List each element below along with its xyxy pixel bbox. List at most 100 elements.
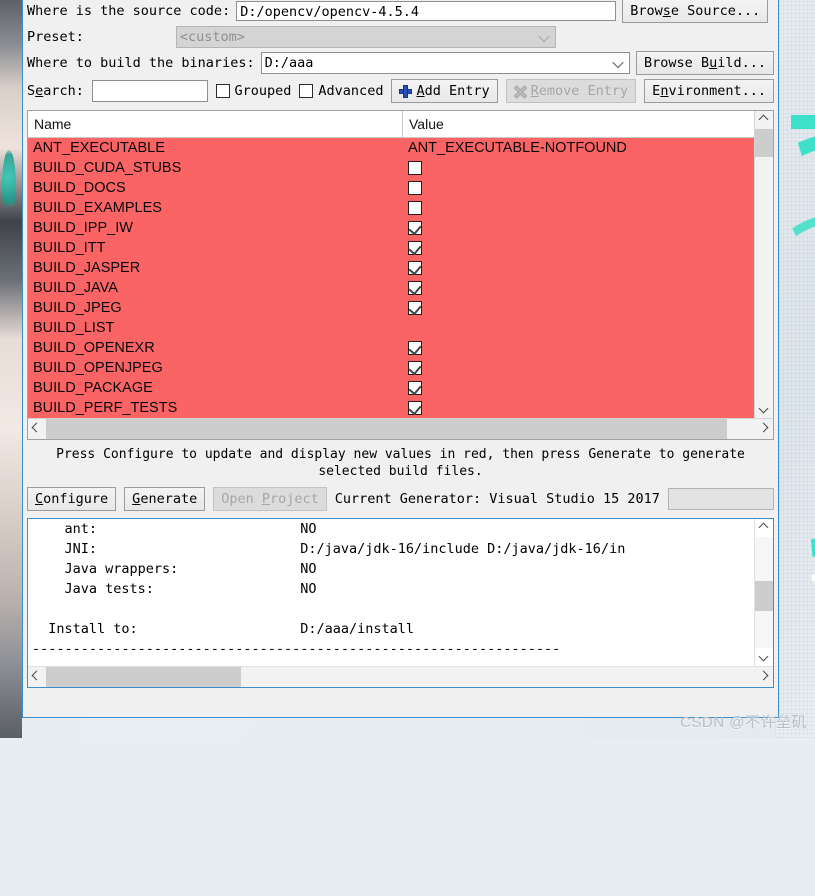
cache-entry-value[interactable] (403, 341, 754, 355)
table-row[interactable]: ANT_EXECUTABLEANT_EXECUTABLE-NOTFOUND (28, 138, 754, 158)
cache-entry-checkbox[interactable] (408, 261, 422, 275)
wallpaper-right-strip (775, 0, 815, 738)
cache-entry-checkbox[interactable] (408, 221, 422, 235)
cmake-gui-window: Where is the source code: D:/opencv/open… (22, 0, 779, 718)
cache-entry-value[interactable] (403, 401, 754, 415)
build-binaries-combobox[interactable]: D:/aaa (261, 52, 630, 74)
current-generator-label: Current Generator: Visual Studio 15 2017 (335, 491, 660, 507)
log-vertical-scrollbar[interactable] (754, 519, 773, 666)
cache-entry-name: BUILD_OPENEXR (28, 340, 403, 356)
log-scroll-right-button[interactable] (755, 667, 773, 685)
action-buttons-row: Configure Generate Open Project Current … (23, 484, 778, 514)
table-row[interactable]: BUILD_IPP_IW (28, 218, 754, 238)
grouped-checkbox[interactable] (216, 84, 230, 98)
configure-button[interactable]: Configure (27, 487, 116, 511)
cache-variables-table: Name Value ANT_EXECUTABLEANT_EXECUTABLE-… (27, 110, 774, 440)
cache-entry-checkbox[interactable] (408, 181, 422, 195)
cache-entry-checkbox[interactable] (408, 401, 422, 415)
log-scroll-down-button[interactable] (755, 648, 773, 666)
chevron-down-icon (614, 58, 623, 67)
cache-entry-value[interactable] (403, 221, 754, 235)
generate-button[interactable]: Generate (124, 487, 205, 511)
cache-entry-name: ANT_EXECUTABLE (28, 140, 403, 156)
column-header-name[interactable]: Name (28, 111, 403, 137)
cache-entry-value[interactable] (403, 161, 754, 175)
open-project-button[interactable]: Open Project (213, 487, 327, 511)
cache-entry-checkbox[interactable] (408, 241, 422, 255)
table-row[interactable]: BUILD_OPENJPEG (28, 358, 754, 378)
chevron-up-icon (760, 524, 768, 532)
table-row[interactable]: BUILD_LIST (28, 318, 754, 338)
source-code-label: Where is the source code: (27, 3, 230, 19)
log-scroll-thumb-horizontal[interactable] (46, 667, 241, 687)
table-row[interactable]: BUILD_OPENEXR (28, 338, 754, 358)
cache-entry-value[interactable] (403, 361, 754, 375)
log-scroll-track-vertical[interactable] (755, 537, 773, 648)
preset-combobox[interactable]: <custom> (176, 26, 556, 48)
table-row[interactable]: BUILD_PERF_TESTS (28, 398, 754, 418)
scroll-down-button[interactable] (755, 400, 773, 418)
cache-entry-value[interactable] (403, 201, 754, 215)
cache-entry-checkbox[interactable] (408, 341, 422, 355)
build-binaries-label: Where to build the binaries: (27, 55, 255, 71)
scroll-left-button[interactable] (28, 419, 46, 437)
cache-entry-name: BUILD_ITT (28, 240, 403, 256)
output-log-panel: ant: NO JNI: D:/java/jdk-16/include D:/j… (27, 518, 774, 688)
cache-entry-value[interactable] (403, 301, 754, 315)
chevron-right-icon (760, 672, 768, 680)
column-header-value[interactable]: Value (403, 111, 754, 137)
source-code-input[interactable]: D:/opencv/opencv-4.5.4 (236, 1, 616, 21)
browse-source-button[interactable]: Browse Source... (622, 0, 768, 23)
scroll-right-button[interactable] (755, 419, 773, 437)
table-row[interactable]: BUILD_DOCS (28, 178, 754, 198)
browse-source-label: Browse Source... (630, 0, 760, 22)
cache-entry-checkbox[interactable] (408, 381, 422, 395)
table-row[interactable]: BUILD_EXAMPLES (28, 198, 754, 218)
scroll-thumb-horizontal[interactable] (46, 419, 727, 439)
table-row[interactable]: BUILD_ITT (28, 238, 754, 258)
cache-entry-value[interactable] (403, 181, 754, 195)
scroll-track-vertical[interactable] (755, 129, 773, 400)
cache-table-vertical-scrollbar[interactable] (754, 111, 773, 418)
cache-entry-value[interactable]: ANT_EXECUTABLE-NOTFOUND (403, 140, 754, 156)
cache-entry-checkbox[interactable] (408, 161, 422, 175)
log-horizontal-scrollbar[interactable] (28, 666, 773, 687)
scroll-track-horizontal[interactable] (46, 419, 755, 439)
log-scroll-left-button[interactable] (28, 667, 46, 685)
advanced-checkbox[interactable] (299, 84, 313, 98)
cache-entry-value[interactable] (403, 281, 754, 295)
cache-entry-checkbox[interactable] (408, 361, 422, 375)
table-row[interactable]: BUILD_JPEG (28, 298, 754, 318)
status-hint-line1: Press Configure to update and display ne… (53, 446, 748, 463)
output-log-text[interactable]: ant: NO JNI: D:/java/jdk-16/include D:/j… (28, 519, 754, 666)
cache-table-rows: ANT_EXECUTABLEANT_EXECUTABLE-NOTFOUNDBUI… (28, 138, 754, 418)
status-hint-line2: selected build files. (53, 463, 748, 480)
open-project-label: Open Project (221, 488, 319, 510)
cache-entry-checkbox[interactable] (408, 301, 422, 315)
cache-entry-value[interactable] (403, 261, 754, 275)
table-row[interactable]: BUILD_JASPER (28, 258, 754, 278)
status-hint-text: Press Configure to update and display ne… (23, 440, 778, 484)
browse-build-button[interactable]: Browse Build... (636, 51, 774, 75)
cache-entry-value[interactable] (403, 381, 754, 395)
table-row[interactable]: BUILD_CUDA_STUBS (28, 158, 754, 178)
scroll-thumb-vertical[interactable] (755, 129, 773, 157)
cache-entry-checkbox[interactable] (408, 201, 422, 215)
table-row[interactable]: BUILD_PACKAGE (28, 378, 754, 398)
browse-build-label: Browse Build... (644, 52, 766, 74)
build-binaries-value: D:/aaa (265, 55, 314, 71)
log-scroll-thumb-vertical[interactable] (755, 581, 773, 611)
table-row[interactable]: BUILD_JAVA (28, 278, 754, 298)
cache-entry-value[interactable] (403, 241, 754, 255)
environment-button[interactable]: Environment... (644, 79, 774, 103)
generator-blank-field[interactable] (668, 488, 774, 510)
scroll-up-button[interactable] (755, 111, 773, 129)
cache-table-horizontal-scrollbar[interactable] (28, 418, 773, 439)
log-scroll-track-horizontal[interactable] (46, 667, 755, 687)
plus-icon (399, 85, 412, 98)
remove-entry-button[interactable]: Remove Entry (506, 79, 637, 103)
search-input[interactable] (92, 80, 208, 102)
log-scroll-up-button[interactable] (755, 519, 773, 537)
add-entry-button[interactable]: Add Entry (391, 79, 497, 103)
cache-entry-checkbox[interactable] (408, 281, 422, 295)
